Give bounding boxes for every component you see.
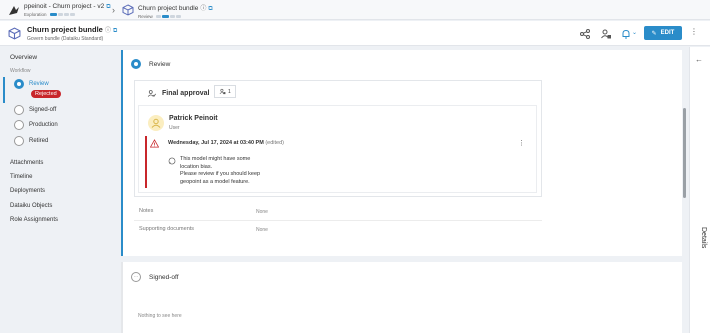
user-avatar-icon [151, 118, 161, 128]
page-subtitle: Govern bundle (Dataiku Standard) [27, 36, 104, 42]
dataiku-bird-icon [9, 6, 19, 15]
details-panel-label[interactable]: Details [700, 227, 707, 248]
sidebar-item-attachments[interactable]: Attachments [10, 160, 43, 166]
step-label: Retired [29, 138, 49, 144]
external-link-icon[interactable]: ⧉ [113, 28, 117, 34]
warning-icon [150, 139, 159, 148]
step-label: Production [29, 122, 58, 128]
approval-title: Final approval [147, 89, 209, 98]
bundle-stage: Review [138, 14, 153, 19]
sidebar-item-dataiku-objects[interactable]: Dataiku Objects [10, 203, 52, 209]
step-pending-icon [14, 136, 24, 146]
step-active-icon [131, 59, 141, 69]
sidebar-section-workflow: Workflow [10, 68, 31, 74]
rejection-indicator [145, 136, 147, 188]
user-permissions-icon[interactable] [600, 28, 612, 40]
breadcrumb-bundle[interactable]: Churn project bundle ⓘ ⧉ Review [122, 3, 213, 19]
notes-label: Notes [139, 208, 154, 214]
sidebar-item-role-assignments[interactable]: Role Assignments [10, 217, 58, 223]
final-approval-panel: Final approval 1 Patrick Peinoit User We… [134, 80, 542, 197]
review-title: Review [149, 60, 171, 68]
info-icon[interactable]: ⓘ [200, 6, 206, 12]
divider [134, 220, 542, 221]
step-pending-icon [14, 105, 24, 115]
empty-state-text: Nothing to see here [138, 313, 182, 319]
step-pending-icon [14, 120, 24, 130]
approvers-count[interactable]: 1 [214, 85, 236, 98]
workflow-step-signed-off[interactable]: Signed-off [14, 105, 56, 115]
workflow-step-production[interactable]: Production [14, 120, 58, 130]
scrollbar[interactable] [683, 108, 686, 198]
project-title: ppeinoit - Churn project - v2 [24, 3, 105, 10]
step-active-icon [14, 79, 24, 89]
comment-more-options-icon[interactable]: ⋮ [518, 139, 525, 147]
supporting-documents-value: None [256, 227, 268, 233]
approval-title-text: Final approval [162, 90, 210, 97]
bundle-title: Churn project bundle [138, 5, 199, 12]
signed-off-section: ··· Signed-off Nothing to see here [121, 262, 682, 333]
bundle-progress [155, 15, 182, 18]
comment-icon [168, 157, 176, 165]
sidebar-item-deployments[interactable]: Deployments [10, 188, 45, 194]
supporting-documents-label: Supporting documents [139, 226, 195, 232]
info-icon[interactable]: ⓘ [105, 28, 111, 34]
active-step-indicator [3, 77, 5, 103]
comment-date: Wednesday, Jul 17, 2024 at 03:40 PM (edi… [168, 140, 284, 146]
project-progress [49, 13, 76, 16]
approver-role: User [169, 125, 180, 131]
bell-icon[interactable] [620, 28, 632, 40]
approval-entry: Patrick Peinoit User Wednesday, Jul 17, … [138, 105, 537, 193]
comment-timestamp: Wednesday, Jul 17, 2024 at 03:40 PM [168, 140, 264, 146]
step-label: Signed-off [29, 107, 57, 113]
status-badge: Rejected [31, 90, 61, 98]
signed-off-header: ··· Signed-off [131, 272, 179, 282]
sidebar: Overview Workflow Review Rejected Signed… [0, 47, 120, 333]
review-header: Review [131, 59, 170, 69]
comment-text: This model might have some location bias… [180, 156, 261, 185]
approval-user-icon [147, 90, 156, 97]
step-label: Review [29, 81, 49, 87]
workflow-step-review[interactable]: Review [14, 79, 49, 89]
breadcrumb: ppeinoit - Churn project - v2 ⧉ Explorati… [0, 0, 710, 20]
external-link-icon[interactable]: ⧉ [208, 6, 212, 12]
approver-icon [219, 88, 226, 95]
sidebar-item-overview[interactable]: Overview [10, 54, 37, 61]
external-link-icon[interactable]: ⧉ [106, 4, 110, 10]
workflow-step-retired[interactable]: Retired [14, 136, 48, 146]
page-title-text: Churn project bundle [27, 25, 103, 34]
breadcrumb-project[interactable]: ppeinoit - Churn project - v2 ⧉ Explorati… [8, 3, 111, 17]
details-panel[interactable]: ← Details [689, 47, 710, 333]
approver-name: Patrick Peinoit [169, 115, 218, 122]
sidebar-item-timeline[interactable]: Timeline [10, 174, 32, 180]
edit-button-label: EDIT [660, 30, 675, 36]
approver-count-value: 1 [228, 88, 231, 95]
signed-off-title: Signed-off [149, 273, 179, 281]
more-options-icon[interactable]: ⋮ [690, 27, 698, 36]
bundle-cube-icon [8, 27, 21, 40]
arrow-left-icon[interactable]: ← [695, 55, 703, 64]
page-title: Churn project bundle ⓘ ⧉ [27, 25, 117, 35]
step-pending-icon: ··· [131, 272, 141, 282]
chevron-right-icon: › [112, 5, 115, 15]
chevron-down-icon[interactable]: ⌄ [632, 29, 637, 36]
avatar [148, 115, 164, 131]
edit-button[interactable]: ✎ EDIT [644, 26, 682, 40]
pencil-icon: ✎ [651, 30, 657, 37]
project-stage: Exploration [24, 12, 47, 17]
comment-edited-flag: (edited) [265, 140, 284, 146]
page-header: Churn project bundle ⓘ ⧉ Govern bundle (… [0, 21, 710, 46]
notes-value: None [256, 209, 268, 215]
share-icon[interactable] [579, 28, 591, 40]
bundle-cube-icon [122, 4, 134, 16]
